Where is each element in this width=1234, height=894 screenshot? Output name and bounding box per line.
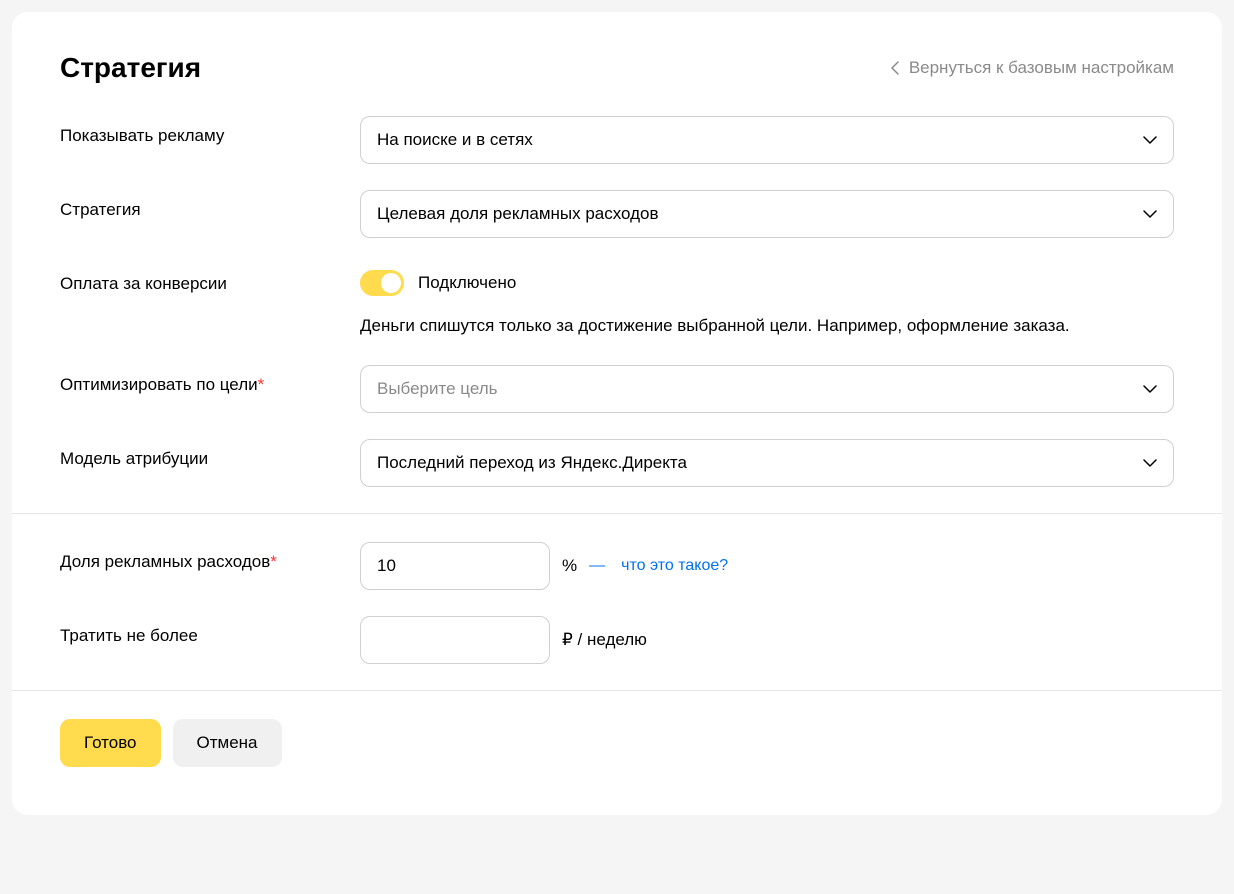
page-title: Стратегия (60, 52, 201, 84)
optimize-goal-row: Оптимизировать по цели* Выберите цель (60, 365, 1174, 413)
strategy-select-row: Стратегия Целевая доля рекламных расходо… (60, 190, 1174, 238)
submit-button[interactable]: Готово (60, 719, 161, 767)
strategy-value: Целевая доля рекламных расходов (377, 204, 659, 224)
show-ads-value: На поиске и в сетях (377, 130, 533, 150)
attribution-select[interactable]: Последний переход из Яндекс.Директа (360, 439, 1174, 487)
ad-share-unit: % (562, 556, 577, 576)
required-asterisk: * (258, 375, 265, 394)
optimize-goal-placeholder: Выберите цель (377, 379, 498, 399)
divider (12, 513, 1222, 514)
attribution-label: Модель атрибуции (60, 439, 360, 469)
chevron-down-icon (1143, 136, 1157, 144)
required-asterisk: * (270, 552, 277, 571)
ad-share-dash: — (589, 557, 605, 575)
ad-share-row: Доля рекламных расходов* % — что это так… (60, 542, 1174, 590)
show-ads-label: Показывать рекламу (60, 116, 360, 146)
optimize-goal-select[interactable]: Выберите цель (360, 365, 1174, 413)
ad-share-label: Доля рекламных расходов* (60, 542, 360, 572)
pay-conversion-row: Оплата за конверсии Подключено Деньги сп… (60, 264, 1174, 339)
spend-limit-input[interactable] (360, 616, 550, 664)
ad-share-help-link[interactable]: что это такое? (621, 557, 728, 575)
back-link[interactable]: Вернуться к базовым настройкам (891, 58, 1174, 78)
pay-conversion-toggle-label: Подключено (418, 273, 516, 293)
button-row: Готово Отмена (60, 719, 1174, 767)
pay-conversion-label: Оплата за конверсии (60, 264, 360, 294)
divider (12, 690, 1222, 691)
show-ads-select[interactable]: На поиске и в сетях (360, 116, 1174, 164)
chevron-down-icon (1143, 210, 1157, 218)
spend-limit-label: Тратить не более (60, 616, 360, 646)
strategy-label: Стратегия (60, 190, 360, 220)
pay-conversion-toggle[interactable] (360, 270, 404, 296)
cancel-button[interactable]: Отмена (173, 719, 282, 767)
show-ads-row: Показывать рекламу На поиске и в сетях (60, 116, 1174, 164)
strategy-select[interactable]: Целевая доля рекламных расходов (360, 190, 1174, 238)
chevron-down-icon (1143, 459, 1157, 467)
back-link-text: Вернуться к базовым настройкам (909, 58, 1174, 78)
ad-share-input[interactable] (360, 542, 550, 590)
pay-conversion-helper: Деньги спишутся только за достижение выб… (360, 312, 1174, 339)
optimize-goal-label: Оптимизировать по цели* (60, 365, 360, 395)
attribution-value: Последний переход из Яндекс.Директа (377, 453, 687, 473)
header-row: Стратегия Вернуться к базовым настройкам (60, 52, 1174, 84)
spend-limit-row: Тратить не более ₽ / неделю (60, 616, 1174, 664)
chevron-down-icon (1143, 385, 1157, 393)
spend-limit-unit: ₽ / неделю (562, 630, 647, 650)
strategy-card: Стратегия Вернуться к базовым настройкам… (12, 12, 1222, 815)
attribution-row: Модель атрибуции Последний переход из Ян… (60, 439, 1174, 487)
chevron-left-icon (891, 61, 899, 75)
